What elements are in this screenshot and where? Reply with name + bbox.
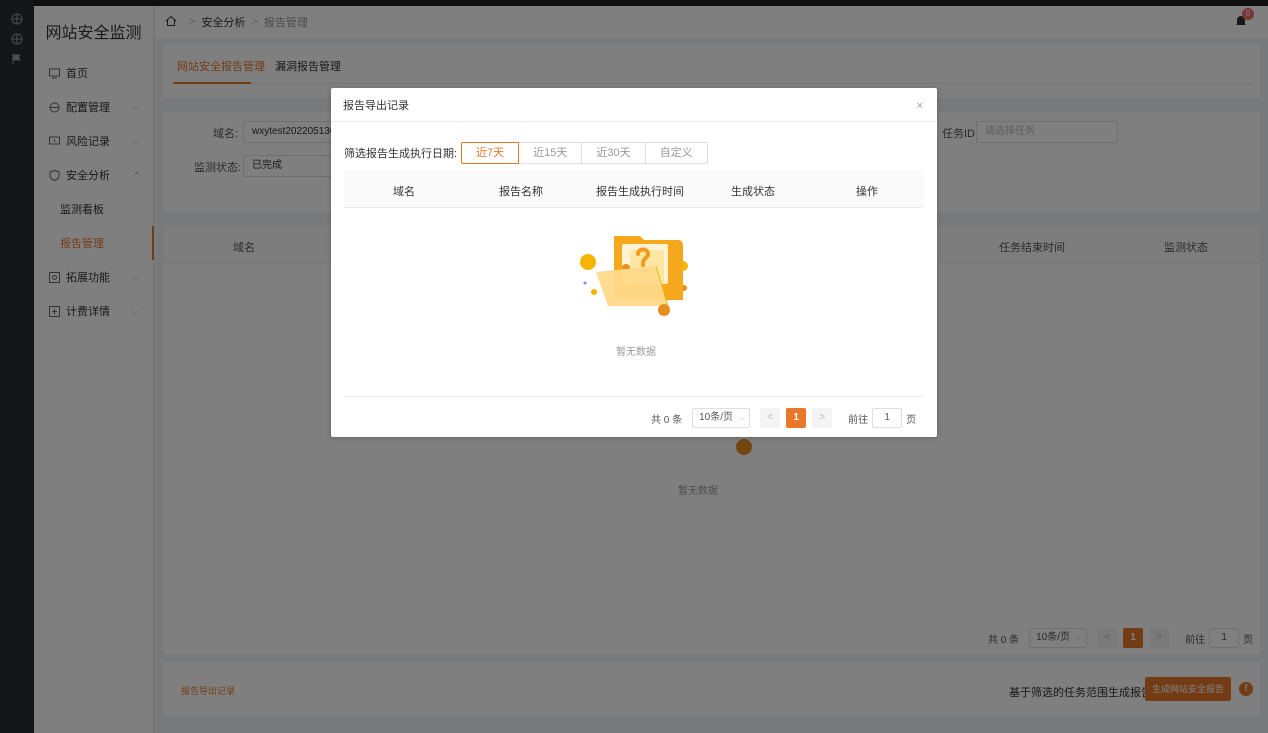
modal-empty-text: 暂无数据 xyxy=(616,347,656,358)
page-number-button[interactable]: 1 xyxy=(786,408,807,428)
export-records-modal: 报告导出记录 × 筛选报告生成执行日期: 近7天 近15天 近30天 自定义 域… xyxy=(331,88,937,437)
modal-title: 报告导出记录 xyxy=(343,99,409,112)
modal-pagination: 共 0 条 10条/页 ⌵ < 1 > 前往 1 页 xyxy=(651,408,916,428)
range-custom-button[interactable]: 自定义 xyxy=(644,142,708,164)
goto-label: 前往 xyxy=(848,414,869,426)
goto-input[interactable]: 1 xyxy=(872,408,903,428)
next-page-button[interactable]: > xyxy=(812,408,833,428)
column-header-actions: 操作 xyxy=(856,186,878,198)
empty-folder-illustration xyxy=(580,236,688,316)
modal-divider xyxy=(344,396,924,397)
page-suffix: 页 xyxy=(906,414,917,426)
column-header-exec-time: 报告生成执行时间 xyxy=(596,186,684,198)
column-header-domain: 域名 xyxy=(393,186,415,198)
date-range-label: 筛选报告生成执行日期: xyxy=(344,148,458,160)
page-size-select[interactable]: 10条/页 ⌵ xyxy=(692,408,751,428)
close-icon[interactable]: × xyxy=(917,100,923,112)
range-30-days-button[interactable]: 近30天 xyxy=(581,142,646,164)
chevron-down-icon: ⌵ xyxy=(739,413,746,422)
modal-header: 报告导出记录 xyxy=(331,88,937,122)
pagination-total: 共 0 条 xyxy=(651,414,683,426)
page-size-value: 10条/页 xyxy=(699,412,734,423)
modal-table-header: 域名 报告名称 报告生成执行时间 生成状态 操作 xyxy=(344,170,924,208)
column-header-report-name: 报告名称 xyxy=(499,186,543,198)
range-15-days-button[interactable]: 近15天 xyxy=(518,142,583,164)
prev-page-button[interactable]: < xyxy=(760,408,781,428)
date-range-segment: 近7天 近15天 近30天 自定义 xyxy=(461,142,708,164)
range-7-days-button[interactable]: 近7天 xyxy=(461,142,520,164)
column-header-gen-status: 生成状态 xyxy=(731,186,775,198)
date-range-filter: 筛选报告生成执行日期: 近7天 近15天 近30天 自定义 xyxy=(344,142,708,164)
